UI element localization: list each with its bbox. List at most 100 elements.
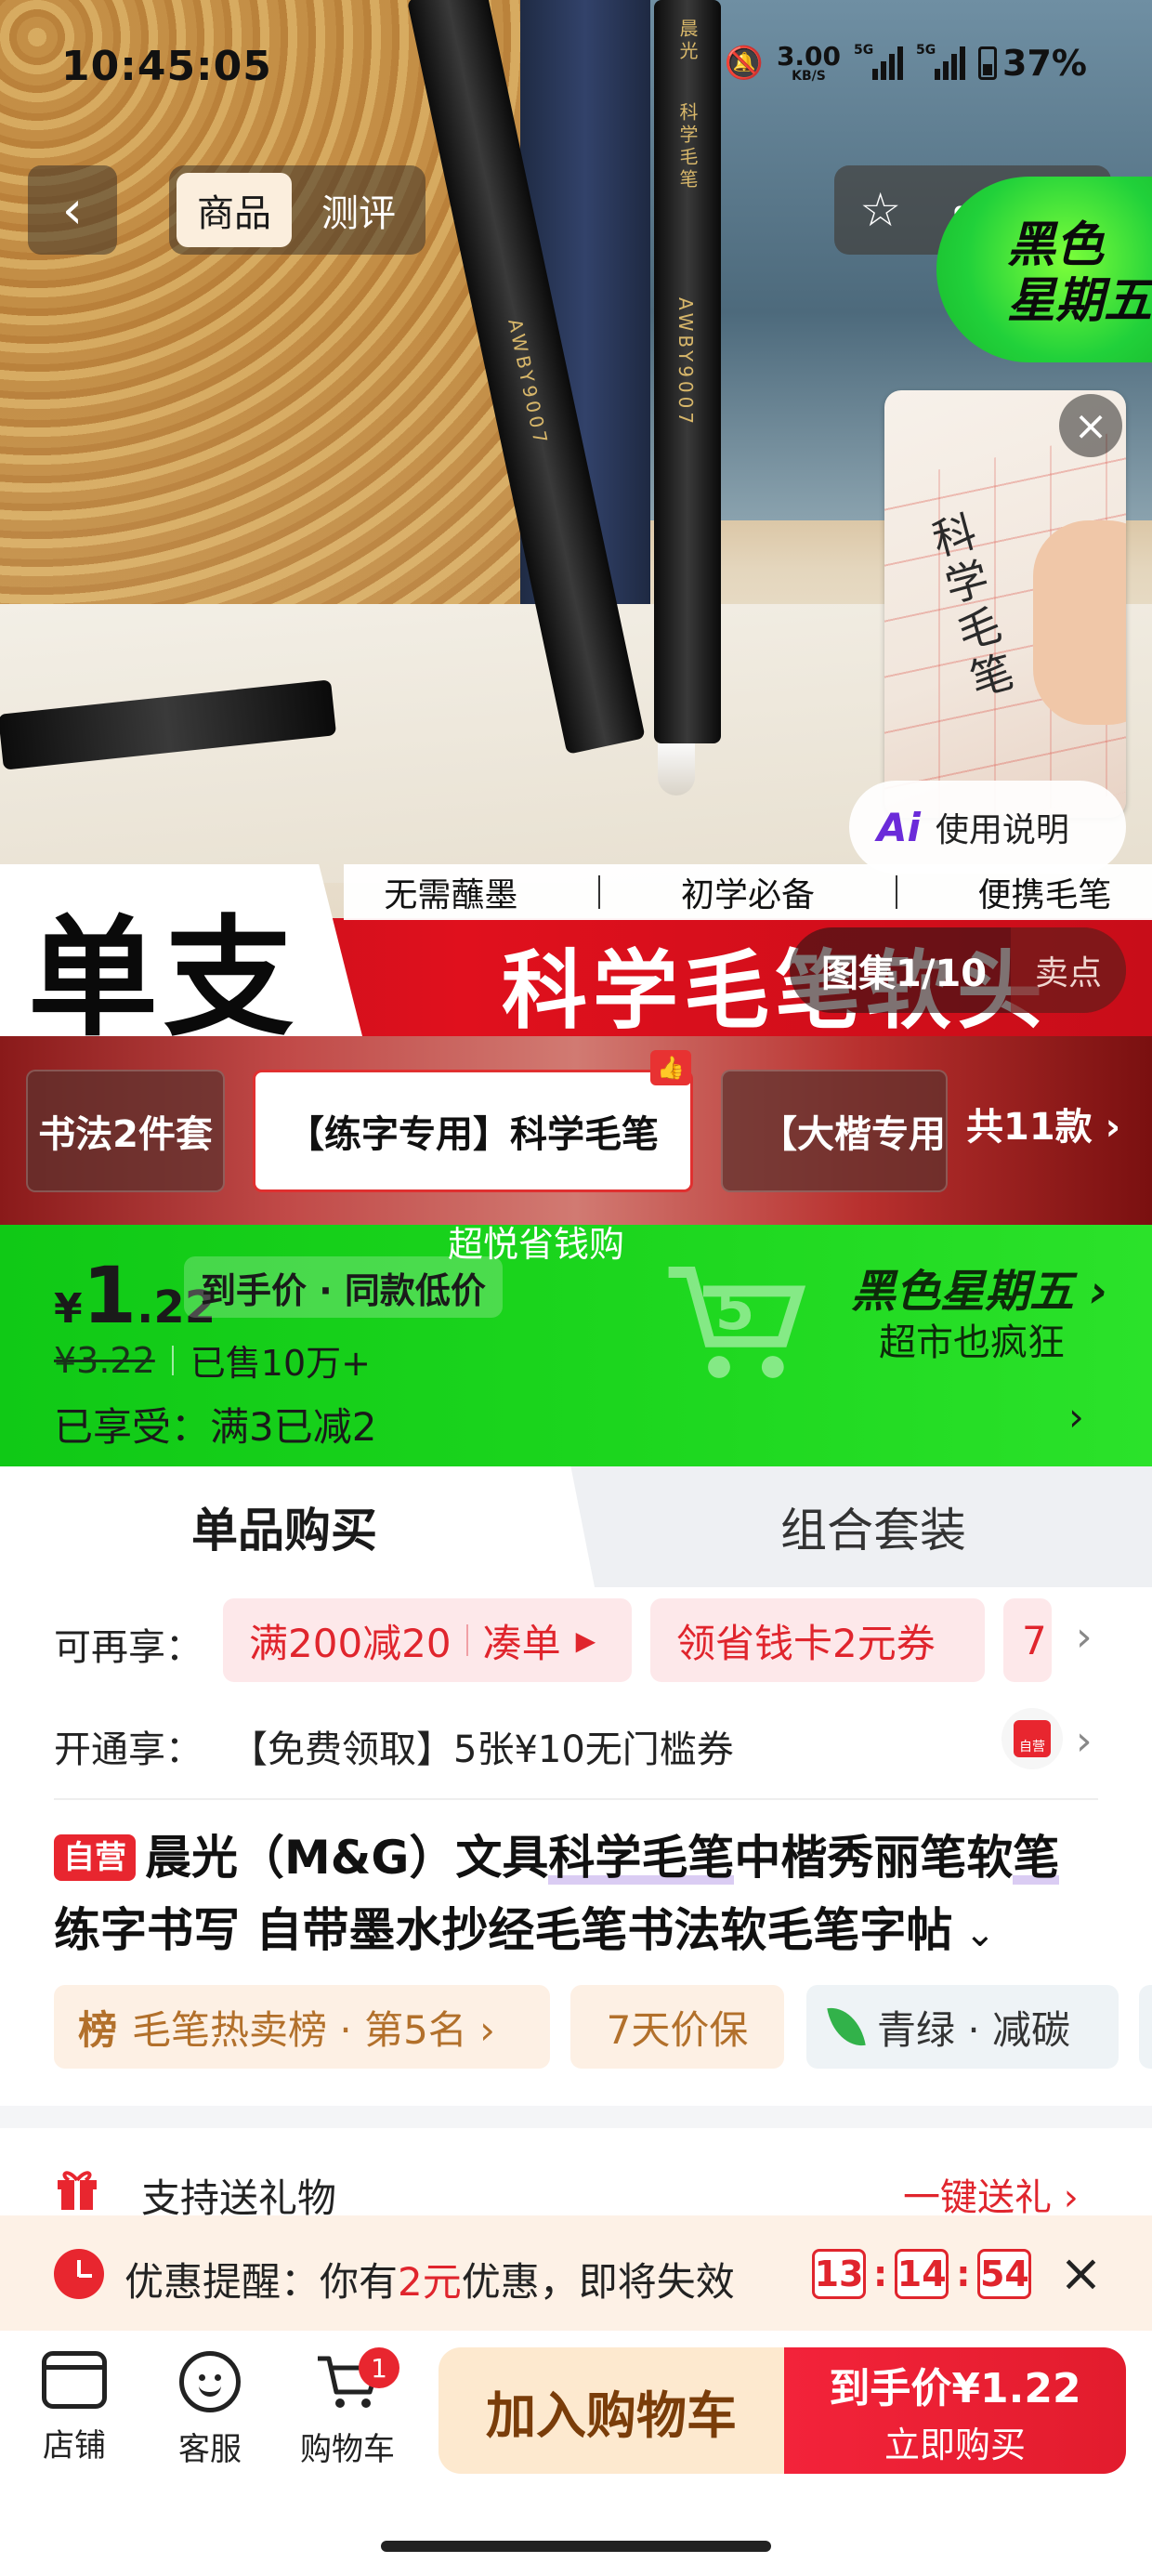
divider — [598, 875, 601, 909]
close-icon[interactable]: × — [1059, 394, 1122, 457]
pen-tip — [658, 743, 695, 795]
style-chip[interactable]: 【大楷专用】 — [721, 1070, 948, 1192]
tab-review[interactable]: 测评 — [301, 173, 416, 247]
open-offer-text[interactable]: 【免费领取】5张¥10无门槛券 — [230, 1719, 734, 1773]
divider — [895, 875, 897, 909]
ai-help-label: 使用说明 — [935, 811, 1069, 849]
back-button[interactable]: ‹ — [28, 165, 117, 255]
shop-button[interactable]: 店铺 — [28, 2351, 121, 2465]
price-integer: 1 — [82, 1250, 137, 1341]
close-icon[interactable]: × — [1059, 2243, 1103, 2304]
video-hand — [1033, 520, 1126, 725]
divider — [54, 1798, 1098, 1800]
coupon-text: 满200减20 — [249, 1620, 452, 1666]
home-indicator[interactable] — [381, 2541, 771, 2552]
customer-service-icon — [179, 2351, 241, 2412]
gallery-indicator[interactable]: 图集1/10 卖点 — [790, 927, 1126, 1013]
more-offers-label: 可再享： — [54, 1626, 203, 1669]
play-icon: ▶ — [575, 1624, 596, 1656]
pen-brand: 晨光 — [676, 19, 699, 63]
product-title[interactable]: 自营 晨光（M&G）文具科学毛笔中楷秀丽笔软笔练字书写 自带墨水抄经毛笔书法软毛笔… — [54, 1821, 1098, 1970]
gallery-count: 图集1/10 — [821, 953, 988, 995]
divider — [171, 1345, 174, 1375]
title-part: 晨光（M&G）文具 — [145, 1831, 549, 1885]
title-highlight: 笔 — [1013, 1831, 1060, 1885]
pen-model: 科学毛笔 — [676, 102, 699, 191]
black-friday-link[interactable]: 黑色星期五 › — [851, 1255, 1108, 1320]
countdown-seconds: 54 — [977, 2249, 1032, 2299]
star-icon[interactable]: ☆ — [859, 183, 901, 237]
tab-single-purchase[interactable]: 单品购买 — [0, 1466, 595, 1587]
battery-level: 37% — [1002, 43, 1087, 84]
chevron-right-icon[interactable]: › — [1068, 1394, 1084, 1439]
title-part: 中楷秀丽笔软 — [734, 1831, 1014, 1885]
rank-tag[interactable]: 榜 毛笔热卖榜 · 第5名 › — [54, 1985, 550, 2069]
jd-icon-label: 自营 — [1014, 1720, 1051, 1757]
buy-label: 立即购买 — [884, 2424, 1026, 2465]
net-speed-value: 3.00 — [776, 41, 842, 72]
reminder-amount: 2元 — [398, 2259, 462, 2305]
mute-icon: 🔕 — [724, 45, 764, 82]
badge-line1: 黑色 — [1007, 217, 1105, 273]
coupon-full-reduction[interactable]: 满200减20 凑单 ▶ — [223, 1598, 632, 1682]
coupon-partial[interactable]: 7 — [1003, 1598, 1052, 1682]
svg-text:5: 5 — [715, 1277, 755, 1343]
banner-single-text: 单支 — [28, 903, 300, 1055]
selling-point-tab[interactable]: 卖点 — [1011, 927, 1126, 1013]
chevron-down-icon[interactable]: ⌄ — [952, 1912, 996, 1955]
price-protect-tag[interactable]: 7天价保 — [570, 1985, 784, 2069]
net-speed-unit: KB/S — [792, 69, 826, 84]
send-gift-link[interactable]: 一键送礼 › — [903, 2167, 1079, 2221]
chevron-left-icon: ‹ — [61, 179, 84, 241]
rank-text: 毛笔热卖榜 · 第5名 › — [132, 2006, 495, 2053]
gift-icon — [58, 2171, 97, 2210]
signal-icon: 5G — [854, 43, 904, 80]
cart-label: 购物车 — [300, 2431, 395, 2468]
self-operated-badge: 自营 — [54, 1834, 136, 1881]
signal-icon: 5G — [916, 43, 966, 80]
original-price: ¥3.22 — [54, 1339, 155, 1381]
status-time: 10:45:05 — [61, 43, 272, 90]
signal-label: 5G — [916, 43, 936, 58]
countdown-timer: 13 : 14 : 54 — [812, 2249, 1032, 2299]
tab-product[interactable]: 商品 — [177, 173, 292, 247]
reminder-prefix: 优惠提醒：你有 — [124, 2259, 399, 2305]
style-chip[interactable]: 书法2件套 — [26, 1070, 225, 1192]
countdown-hours: 13 — [812, 2249, 866, 2299]
pen-label: AWBY9007 — [674, 297, 697, 428]
style-count-button[interactable]: 共11款 › — [966, 1097, 1120, 1150]
black-friday-subtitle: 超市也疯狂 — [879, 1321, 1065, 1364]
coupon-savings-card[interactable]: 领省钱卡2元券 — [650, 1598, 985, 1682]
add-to-cart-button[interactable]: 加入购物车 — [439, 2347, 784, 2474]
price-currency: ¥ — [54, 1285, 83, 1333]
feature-item: 无需蘸墨 — [384, 876, 518, 914]
title-part: 练字书写 自带墨水抄经毛笔书法软毛笔字帖 — [54, 1903, 953, 1957]
customer-service-button[interactable]: 客服 — [164, 2351, 256, 2469]
original-price-row: ¥3.22 已售10万+ — [54, 1334, 371, 1386]
green-text: 青绿 · 减碳 — [877, 2006, 1071, 2053]
style-chip-selected[interactable]: 【练字专用】科学毛笔 — [253, 1070, 693, 1192]
title-highlight: 科学毛笔 — [548, 1831, 735, 1885]
shop-label: 店铺 — [43, 2427, 106, 2464]
coupon-add-on: 凑单 — [482, 1620, 561, 1666]
service-label: 客服 — [178, 2431, 242, 2468]
status-icons: 🔕 3.00 KB/S 5G 5G 37% — [725, 43, 1087, 84]
feature-strip: 无需蘸墨 初学必备 便携毛笔 — [344, 864, 1152, 920]
chevron-right-icon[interactable]: › — [1076, 1717, 1093, 1765]
signal-label: 5G — [854, 43, 874, 58]
ai-help-button[interactable]: Ai 使用说明 — [849, 781, 1126, 874]
discount-enjoyed[interactable]: 已享受：满3已减2 — [54, 1396, 376, 1452]
tab-combo-package[interactable]: 组合套装 — [595, 1466, 1152, 1587]
nav-tabs: 商品 测评 — [169, 165, 425, 255]
cart-count-badge: 1 — [359, 2347, 399, 2388]
black-friday-badge[interactable]: 黑色 星期五 — [936, 177, 1152, 362]
leaf-icon — [827, 2003, 866, 2051]
badge-line2: 星期五 — [1007, 273, 1152, 329]
green-tag[interactable]: 青绿 · 减碳 — [806, 1985, 1119, 2069]
tag-partial[interactable] — [1139, 1985, 1152, 2069]
ai-icon: Ai — [877, 804, 921, 850]
pen-label: AWBY9007 — [504, 316, 553, 449]
feature-item: 初学必备 — [680, 876, 815, 914]
buy-now-button[interactable]: 到手价¥1.22 立即购买 — [784, 2347, 1126, 2474]
chevron-right-icon[interactable]: › — [1076, 1613, 1093, 1661]
